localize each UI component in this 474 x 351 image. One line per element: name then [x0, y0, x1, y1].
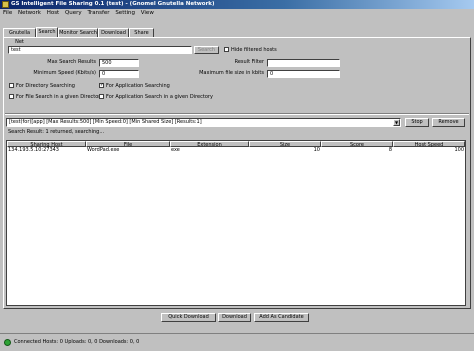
tab-share[interactable]: Share — [129, 28, 154, 37]
for-file-dir-label: For File Search in a given Directory — [16, 94, 104, 100]
hide-filtered-label: Hide filtered hosts — [231, 47, 277, 53]
add-candidate-button[interactable]: Add As Candidate — [254, 313, 309, 322]
menu-view[interactable]: View — [141, 9, 154, 18]
search-query-input[interactable]: test — [8, 46, 192, 54]
for-application-checkbox[interactable]: ✓ — [99, 83, 104, 88]
for-app-dir-label: For Application Search in a given Direct… — [106, 94, 213, 100]
min-speed-label: Minimum Speed (Kbits/s) — [33, 70, 96, 76]
for-directory-checkbox[interactable] — [9, 83, 14, 88]
for-application-label: For Application Searching — [106, 83, 170, 89]
max-file-size-label: Maximum file size in kbits — [199, 70, 264, 76]
quick-download-button[interactable]: Quick Download — [161, 313, 216, 322]
status-text: Connected Hosts: 0 Uploads: 0, 0 Downloa… — [14, 339, 140, 345]
cell-host-speed: 100 — [454, 147, 464, 153]
window-title: GS Intelligent File Sharing 0.1 (test) -… — [11, 1, 215, 7]
status-bar: Connected Hosts: 0 Uploads: 0, 0 Downloa… — [0, 333, 474, 351]
max-results-input[interactable]: 500 — [99, 59, 139, 67]
menu-network[interactable]: Network — [18, 9, 41, 18]
title-bar: GS Intelligent File Sharing 0.1 (test) -… — [0, 0, 474, 9]
for-file-dir-checkbox[interactable] — [9, 94, 14, 99]
cell-score: 8 — [388, 147, 392, 153]
download-button[interactable]: Download — [218, 313, 251, 322]
menu-setting[interactable]: Setting — [115, 9, 135, 18]
tab-monitor-search[interactable]: Monitor Search — [58, 28, 98, 37]
cell-file: WordPad.exe — [87, 147, 120, 153]
search-button[interactable]: Search — [194, 46, 219, 54]
hide-filtered-checkbox[interactable] — [224, 47, 229, 52]
cell-size: 10 — [313, 147, 320, 153]
menu-query[interactable]: Query — [65, 9, 82, 18]
menu-file[interactable]: File — [3, 9, 12, 18]
tab-search[interactable]: Search — [36, 27, 58, 37]
search-result-summary: Search Result: 1 returned, searching... — [8, 129, 105, 135]
min-speed-input[interactable]: 0 — [99, 70, 139, 78]
max-results-label: Max Search Results — [47, 59, 96, 65]
menu-host[interactable]: Host — [47, 9, 60, 18]
menu-bar: File Network Host Query Transfer Setting… — [0, 9, 474, 18]
tab-gnutella-net[interactable]: Gnutella Net — [3, 28, 36, 45]
for-directory-label: For Directory Searching — [16, 83, 75, 89]
divider — [5, 113, 469, 115]
max-file-size-input[interactable]: 0 — [267, 70, 340, 78]
cell-extension: exe — [171, 147, 180, 153]
cell-sharing-host: 134.193.5.10:27343 — [8, 147, 59, 153]
for-app-dir-checkbox[interactable] — [99, 94, 104, 99]
stop-button[interactable]: Stop — [405, 118, 429, 127]
result-filter-label: Result Filter — [234, 59, 264, 65]
menu-transfer[interactable]: Transfer — [87, 9, 109, 18]
result-filter-input[interactable] — [267, 59, 340, 67]
app-icon — [2, 1, 9, 8]
search-selector-dropdown[interactable]: [test(for)[app] [Max Results:500] [Min S… — [6, 118, 401, 127]
connection-status-icon — [4, 339, 11, 346]
tab-download[interactable]: Download — [98, 28, 129, 37]
results-table: Sharing Host File Extension Size Score H… — [6, 140, 466, 306]
chevron-down-icon[interactable]: ▼ — [393, 119, 400, 126]
remove-button[interactable]: Remove — [432, 118, 465, 127]
search-selector-value: [test(for)[app] [Max Results:500] [Min S… — [9, 119, 202, 125]
